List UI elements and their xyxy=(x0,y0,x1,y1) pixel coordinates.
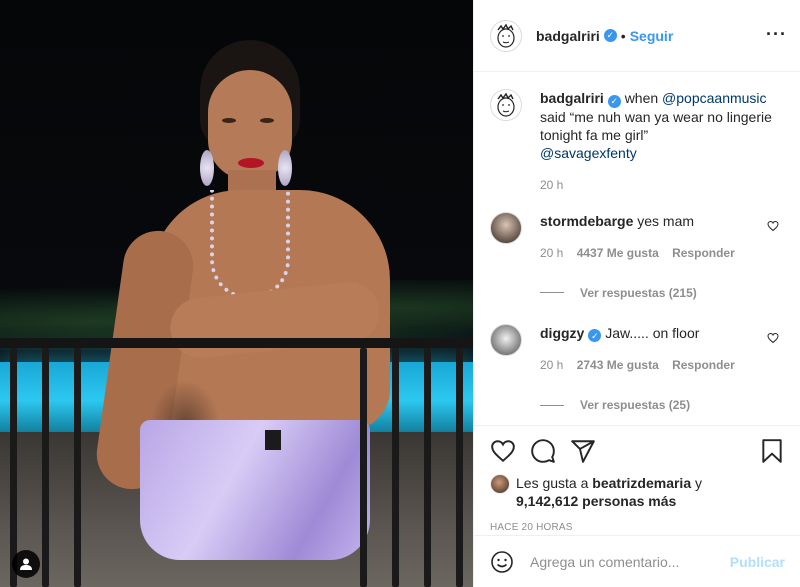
post-photo[interactable] xyxy=(0,0,473,587)
follow-button[interactable]: Seguir xyxy=(630,28,674,44)
figure-eye-right xyxy=(260,118,274,123)
bookmark-icon[interactable] xyxy=(759,438,785,464)
liker-avatar[interactable] xyxy=(490,474,510,494)
comments-list[interactable]: badgalriri ✓ when @popcaanmusic said “me … xyxy=(474,73,800,425)
comment-body: stormdebarge yes mam 20 h 4437 Me gusta … xyxy=(540,212,785,302)
caption-username[interactable]: badgalriri xyxy=(540,90,604,106)
railing-post xyxy=(456,348,463,587)
comment-item: diggzy ✓ Jaw..... on floor 20 h 2743 Me g… xyxy=(490,323,785,415)
reply-button[interactable]: Responder xyxy=(672,246,735,260)
publish-button[interactable]: Publicar xyxy=(730,554,785,570)
verified-icon: ✓ xyxy=(603,29,617,42)
figure-eye-left xyxy=(222,118,236,123)
more-options-icon[interactable]: ··· xyxy=(766,24,787,45)
emoji-icon[interactable] xyxy=(490,550,514,574)
caption-text-body: said “me nuh wan ya wear no lingerie ton… xyxy=(540,108,772,143)
user-tag-icon xyxy=(20,558,32,570)
comment-composer: Publicar xyxy=(474,535,800,587)
comment-username[interactable]: diggzy xyxy=(540,325,584,341)
post-timestamp[interactable]: HACE 20 HORAS xyxy=(490,522,785,533)
caption-entry: badgalriri ✓ when @popcaanmusic said “me … xyxy=(490,89,785,194)
comment-icon[interactable] xyxy=(530,438,556,464)
photo-railing xyxy=(0,338,473,587)
comment-text: Jaw..... on floor xyxy=(605,324,700,341)
share-icon[interactable] xyxy=(570,438,596,464)
replies-divider xyxy=(540,292,564,293)
likes-conjunction: y xyxy=(691,475,702,491)
action-icons xyxy=(490,436,785,466)
likes-summary: Les gusta a beatrizdemaria y 9,142,612 p… xyxy=(490,474,785,510)
view-replies-button[interactable]: Ver respuestas (25) xyxy=(540,396,785,414)
likes-count[interactable]: 9,142,612 personas más xyxy=(516,493,676,509)
likes-prefix: Les gusta a xyxy=(516,475,593,491)
view-replies-label: Ver respuestas (25) xyxy=(580,398,691,412)
header-separator: • xyxy=(620,27,626,44)
railing-top-bar xyxy=(0,338,473,348)
post-header: badgalriri ✓ • Seguir ··· xyxy=(474,0,800,72)
railing-post xyxy=(74,348,81,587)
author-avatar[interactable] xyxy=(490,19,522,52)
railing-post xyxy=(392,348,399,587)
caption-mention-savagex[interactable]: @savagexfenty xyxy=(540,145,637,161)
comment-item: stormdebarge yes mam 20 h 4437 Me gusta … xyxy=(490,211,785,302)
liker-username[interactable]: beatrizdemaria xyxy=(592,475,691,491)
commenter-avatar[interactable] xyxy=(490,211,522,244)
comment-time[interactable]: 20 h xyxy=(540,358,563,372)
figure-earring-right xyxy=(278,150,292,186)
caption-meta: 20 h xyxy=(540,176,785,194)
doodle-face-icon xyxy=(497,23,515,48)
heart-icon[interactable] xyxy=(767,220,779,232)
caption-avatar[interactable] xyxy=(490,89,522,121)
verified-icon: ✓ xyxy=(588,329,602,342)
railing-post xyxy=(360,348,367,587)
figure-lips xyxy=(238,158,264,168)
user-tag-button[interactable] xyxy=(12,550,40,578)
railing-post xyxy=(42,348,49,587)
commenter-avatar[interactable] xyxy=(490,323,522,356)
comment-meta: 20 h 2743 Me gusta Responder xyxy=(540,356,785,374)
caption-text-prefix: when xyxy=(624,90,663,106)
post-side-panel: badgalriri ✓ • Seguir ··· badgalriri ✓ wh… xyxy=(473,0,800,587)
caption-time[interactable]: 20 h xyxy=(540,178,563,192)
view-replies-label: Ver respuestas (215) xyxy=(580,285,697,300)
figure-earring-left xyxy=(200,150,214,186)
comment-likes[interactable]: 2743 Me gusta xyxy=(577,358,659,372)
verified-icon: ✓ xyxy=(607,94,621,108)
replies-divider xyxy=(540,404,564,406)
railing-post xyxy=(10,348,17,587)
comment-likes[interactable]: 4437 Me gusta xyxy=(577,246,659,260)
comment-body: diggzy ✓ Jaw..... on floor 20 h 2743 Me g… xyxy=(540,324,785,415)
comment-username[interactable]: stormdebarge xyxy=(540,213,633,229)
doodle-face-icon xyxy=(497,92,515,117)
like-heart-icon[interactable] xyxy=(490,438,516,464)
post-actions: Les gusta a beatrizdemaria y 9,142,612 p… xyxy=(474,425,800,533)
comment-time[interactable]: 20 h xyxy=(540,246,563,260)
figure-necklace xyxy=(210,190,290,300)
view-replies-button[interactable]: Ver respuestas (215) xyxy=(540,284,785,302)
reply-button[interactable]: Responder xyxy=(672,358,735,372)
heart-icon[interactable] xyxy=(767,332,779,344)
comment-input[interactable] xyxy=(530,553,730,570)
likes-text: Les gusta a beatrizdemaria y 9,142,612 p… xyxy=(516,474,702,510)
caption-body: badgalriri ✓ when @popcaanmusic said “me … xyxy=(540,89,785,194)
caption-mention-popcaan[interactable]: @popcaanmusic xyxy=(662,90,767,106)
comment-text: yes mam xyxy=(637,212,695,229)
author-username[interactable]: badgalriri xyxy=(536,28,600,44)
comment-meta: 20 h 4437 Me gusta Responder xyxy=(540,244,785,262)
railing-post xyxy=(424,348,431,587)
